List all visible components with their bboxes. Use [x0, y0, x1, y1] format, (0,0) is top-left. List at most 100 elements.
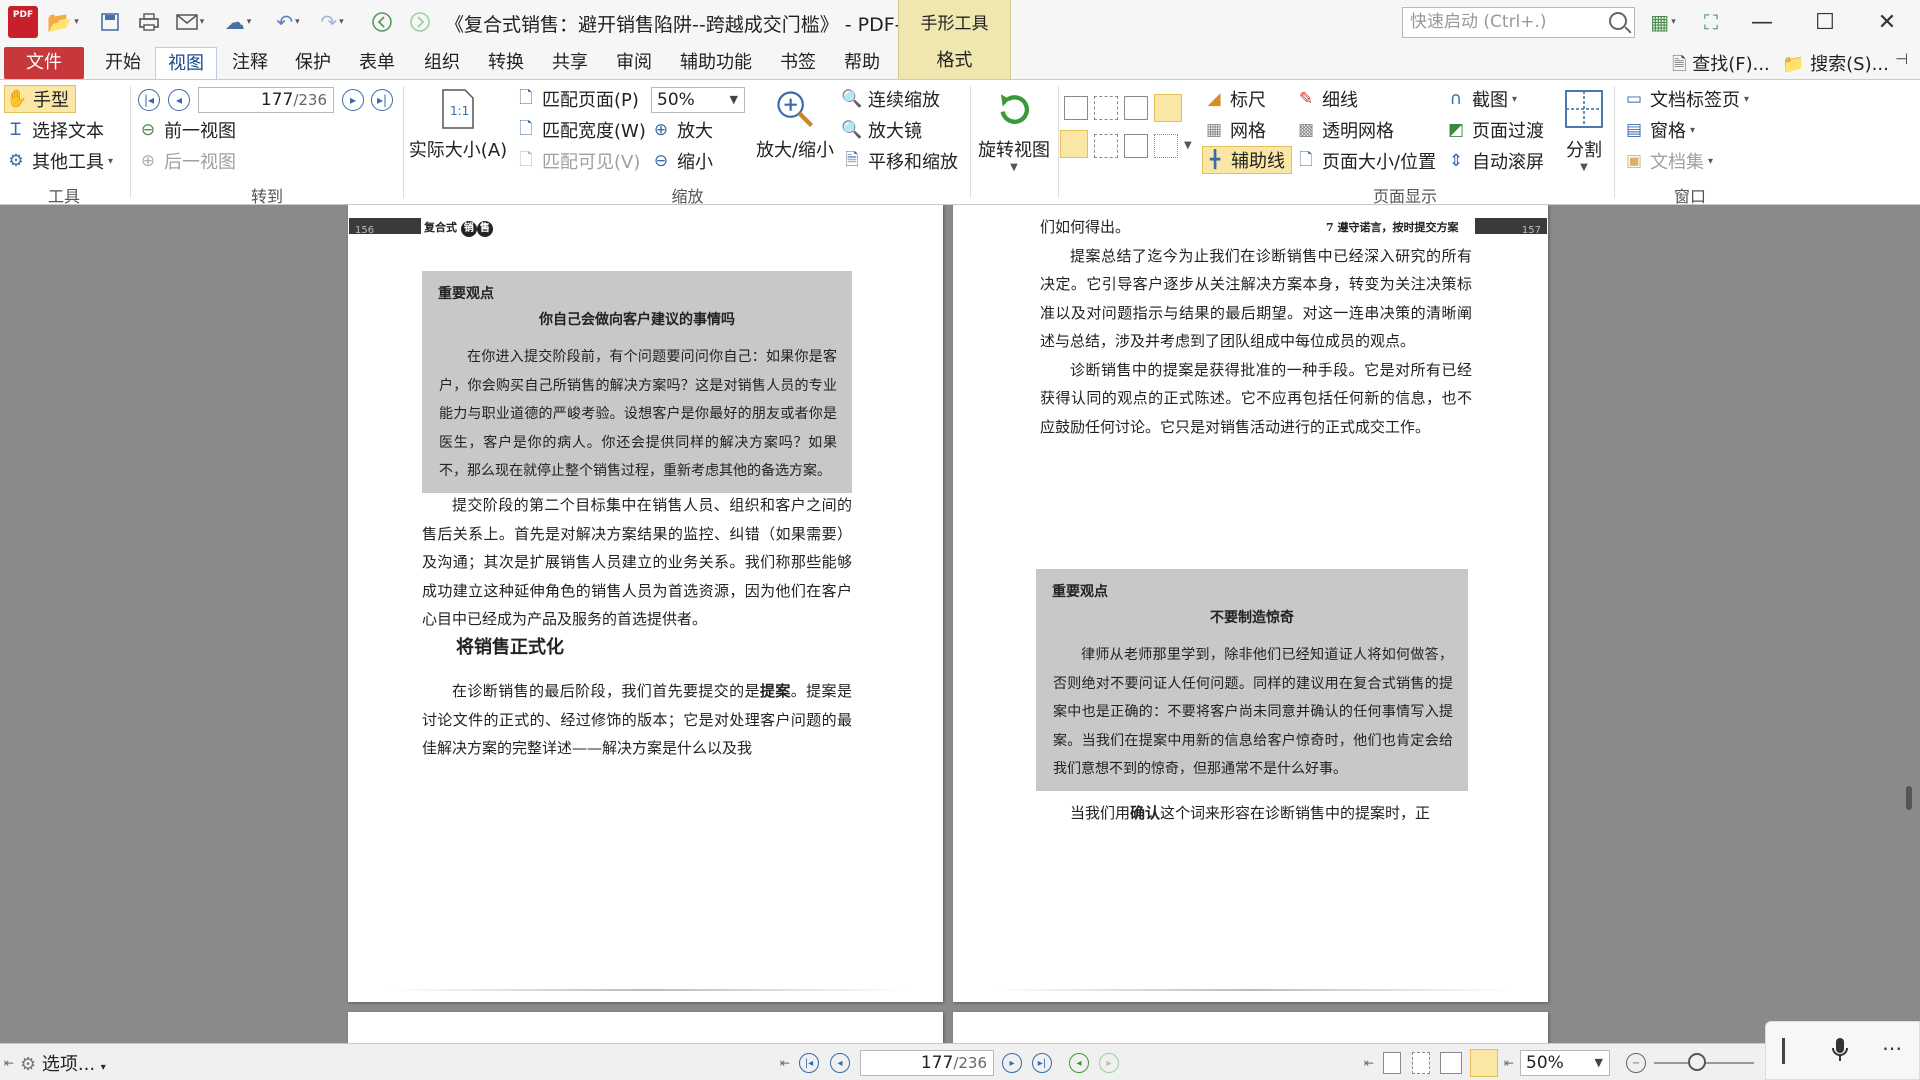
panel-toggle-icon[interactable]: ⇤	[1504, 1056, 1514, 1070]
tab-share[interactable]: 共享	[542, 47, 598, 79]
quick-launch-input[interactable]: 快速启动 (Ctrl+.)	[1402, 7, 1635, 38]
first-page-icon[interactable]: |◂	[138, 89, 160, 111]
close-icon[interactable]: ✕	[1858, 0, 1916, 45]
page-layout-more-icon[interactable]	[1154, 134, 1178, 158]
tab-protect[interactable]: 保护	[285, 47, 341, 79]
last-page-icon[interactable]: ▸|	[371, 89, 393, 111]
tab-form[interactable]: 表单	[349, 47, 405, 79]
zoom-in-button[interactable]: ⊕ 放大	[651, 116, 713, 144]
single-page-icon[interactable]	[1064, 96, 1088, 120]
previous-view-icon[interactable]: ◂	[1069, 1053, 1089, 1073]
vertical-scrollbar[interactable]	[1906, 786, 1912, 810]
magnifier-button[interactable]: 🔍 放大镜	[841, 116, 922, 144]
panes-button[interactable]: ▤ 窗格 ▾	[1624, 116, 1695, 144]
previous-view-button[interactable]: ⊖ 前一视图	[138, 116, 236, 144]
pin-icon[interactable]: ⊣	[1895, 50, 1908, 68]
page-number-input[interactable]: 177/236	[198, 87, 334, 113]
auto-scroll-button[interactable]: ⇕ 自动滚屏	[1446, 147, 1544, 175]
single-page-icon[interactable]	[1383, 1052, 1401, 1074]
options-button[interactable]: ⚙ 选项... ▾	[20, 1050, 106, 1076]
separate-cover-icon[interactable]	[1060, 130, 1088, 158]
guides-button[interactable]: ╋ 辅助线	[1202, 146, 1292, 174]
page-transition-button[interactable]: ◩ 页面过渡	[1446, 116, 1544, 144]
email-icon[interactable]: ▾	[170, 8, 210, 36]
fit-page-button[interactable]: 🗋 匹配页面(P)	[516, 85, 639, 113]
zoom-slider-thumb[interactable]	[1688, 1053, 1706, 1071]
split-button[interactable]: 分割 ▼	[1560, 86, 1608, 173]
page-size-position-button[interactable]: 🗋 页面大小/位置	[1296, 147, 1436, 175]
microphone-icon[interactable]	[1830, 1036, 1850, 1069]
tab-home[interactable]: 开始	[95, 47, 151, 79]
fit-width-button[interactable]: 🗋 匹配宽度(W)	[516, 116, 646, 144]
actual-size-button[interactable]: 1:1 实际大小(A)	[408, 86, 508, 162]
fit-visible-button[interactable]: 🗋 匹配可见(V)	[516, 147, 640, 175]
tab-format[interactable]: 格式	[898, 45, 1011, 79]
document-tabs-button[interactable]: ▭ 文档标签页 ▾	[1624, 85, 1749, 113]
zoom-out-button[interactable]: ⊖ 缩小	[651, 147, 713, 175]
forward-icon[interactable]	[406, 8, 434, 36]
facing-page-icon[interactable]	[1440, 1052, 1462, 1074]
print-icon[interactable]	[136, 8, 162, 36]
grid-button[interactable]: ▦ 网格	[1204, 116, 1266, 144]
status-zoom-select[interactable]: 50% ▼	[1520, 1050, 1610, 1076]
continuous-facing-icon[interactable]	[1154, 94, 1182, 122]
hand-tool-button[interactable]: ✋ 手型	[4, 85, 76, 113]
tab-review[interactable]: 审阅	[606, 47, 662, 79]
panel-toggle-icon[interactable]: ⇤	[4, 1056, 14, 1070]
zoom-select[interactable]: 50% ▼	[651, 87, 745, 113]
last-page-icon[interactable]: ▸|	[1032, 1053, 1052, 1073]
cover-facing-icon[interactable]	[1124, 134, 1148, 158]
first-page-icon[interactable]: |◂	[799, 1053, 819, 1073]
maximize-icon[interactable]: ☐	[1796, 0, 1854, 45]
tab-bookmark[interactable]: 书签	[770, 47, 826, 79]
zoom-inout-button[interactable]: 放大/缩小	[752, 86, 838, 162]
next-view-icon[interactable]: ▸	[1099, 1053, 1119, 1073]
tab-accessibility[interactable]: 辅助功能	[674, 47, 758, 79]
screenshot-button[interactable]: ∩ 截图 ▾	[1446, 85, 1517, 113]
tab-comment[interactable]: 注释	[222, 47, 278, 79]
search-icon[interactable]	[1609, 12, 1627, 30]
app-logo-icon[interactable]: PDF	[8, 6, 38, 38]
redo-icon[interactable]: ↷ ▾	[312, 8, 352, 36]
facing-page-icon[interactable]	[1124, 96, 1148, 120]
ruler-button[interactable]: ◢ 标尺	[1204, 85, 1266, 113]
continuous-page-icon[interactable]	[1412, 1052, 1430, 1074]
select-text-button[interactable]: Ꮖ 选择文本	[6, 116, 104, 144]
panel-toggle-icon[interactable]: ⇤	[1364, 1056, 1374, 1070]
back-icon[interactable]	[368, 8, 396, 36]
save-icon[interactable]	[98, 8, 122, 36]
minimize-icon[interactable]: —	[1733, 0, 1791, 45]
continuous-zoom-button[interactable]: 🔍 连续缩放	[841, 85, 940, 113]
prev-page-icon[interactable]: ◂	[168, 89, 190, 111]
continuous-page-icon[interactable]	[1094, 96, 1118, 120]
skin-icon[interactable]: ▦ ▾	[1643, 8, 1683, 36]
zoom-out-icon[interactable]: −	[1626, 1053, 1646, 1073]
panel-toggle-icon[interactable]: ⇤	[780, 1056, 790, 1070]
transparent-grid-button[interactable]: ▩ 透明网格	[1296, 116, 1394, 144]
more-icon[interactable]: ⋯	[1882, 1036, 1902, 1060]
file-menu[interactable]: 文件	[4, 47, 84, 79]
chevron-down-icon[interactable]: ▼	[1184, 140, 1192, 151]
cloud-icon[interactable]: ☁ ▾	[216, 8, 260, 36]
cover-continuous-icon[interactable]	[1094, 134, 1118, 158]
document-set-button[interactable]: ▣ 文档集 ▾	[1624, 147, 1713, 175]
tab-organize[interactable]: 组织	[414, 47, 470, 79]
document-view[interactable]: 156 复合式 销售 重要观点 你自己会做向客户建议的事情吗 在你进入提交阶段前…	[0, 205, 1920, 1043]
next-page-icon[interactable]: ▸	[1002, 1053, 1022, 1073]
next-page-icon[interactable]: ▸	[342, 89, 364, 111]
next-view-button[interactable]: ⊕ 后一视图	[138, 147, 236, 175]
tab-view[interactable]: 视图	[155, 47, 217, 79]
rotate-view-button[interactable]: 旋转视图 ▼	[974, 86, 1054, 173]
tab-help[interactable]: 帮助	[834, 47, 890, 79]
prev-page-icon[interactable]: ◂	[830, 1053, 850, 1073]
tab-convert[interactable]: 转换	[478, 47, 534, 79]
pan-zoom-button[interactable]: 🗎 平移和缩放	[842, 147, 958, 175]
undo-icon[interactable]: ↶ ▾	[268, 8, 308, 36]
fullscreen-icon[interactable]: ⛶	[1697, 8, 1725, 36]
other-tools-button[interactable]: ⚙ 其他工具 ▾	[6, 147, 113, 175]
continuous-facing-icon[interactable]	[1470, 1049, 1498, 1077]
search-button[interactable]: 📁 搜索(S)...	[1782, 50, 1889, 76]
status-page-number-input[interactable]: 177/236	[860, 1050, 994, 1076]
thin-line-button[interactable]: ✎ 细线	[1296, 85, 1358, 113]
find-button[interactable]: 🗎 查找(F)...	[1672, 50, 1770, 82]
